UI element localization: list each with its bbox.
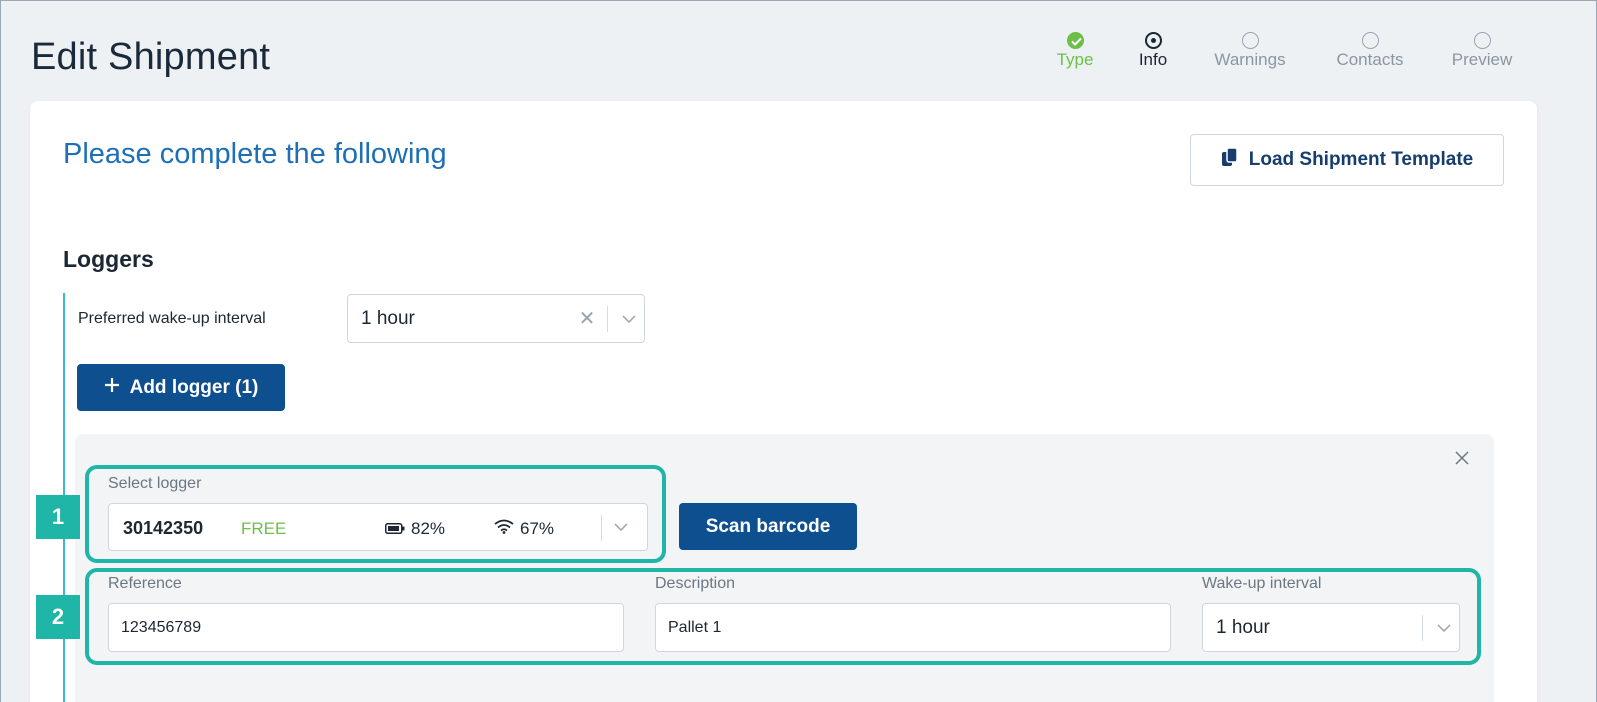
step-label: Type: [1056, 50, 1094, 69]
callout-badge-2: 2: [36, 595, 80, 639]
radio-empty-icon: [1473, 32, 1491, 49]
step-label: Preview: [1451, 50, 1513, 69]
step-contacts[interactable]: Contacts: [1320, 32, 1420, 70]
step-label: Warnings: [1214, 50, 1286, 69]
close-icon[interactable]: [1450, 446, 1474, 470]
scan-barcode-button[interactable]: Scan barcode: [679, 503, 857, 550]
step-label: Info: [1138, 50, 1168, 69]
radio-empty-icon: [1241, 32, 1259, 49]
callout-highlight-2: [85, 568, 1481, 665]
load-template-button[interactable]: Load Shipment Template: [1190, 134, 1504, 186]
step-info[interactable]: Info: [1103, 32, 1203, 70]
add-logger-button[interactable]: Add logger (1): [77, 364, 285, 411]
radio-empty-icon: [1361, 32, 1379, 49]
step-preview[interactable]: Preview: [1432, 32, 1532, 70]
step-warnings[interactable]: Warnings: [1200, 32, 1300, 70]
chevron-down-icon[interactable]: [614, 314, 644, 323]
close-icon[interactable]: ✕: [573, 306, 601, 331]
load-template-label: Load Shipment Template: [1248, 149, 1474, 170]
preferred-interval-label: Preferred wake-up interval: [78, 310, 266, 327]
callout-highlight-1: [85, 465, 666, 563]
page-title: Edit Shipment: [31, 36, 271, 78]
preferred-interval-select[interactable]: 1 hour ✕: [347, 294, 645, 343]
select-separator: [607, 305, 608, 332]
form-heading: Please complete the following: [63, 138, 447, 170]
add-logger-label: Add logger (1): [129, 376, 259, 398]
radio-selected-icon: [1144, 32, 1162, 49]
preferred-interval-value: 1 hour: [361, 307, 415, 329]
callout-badge-1: 1: [36, 495, 80, 539]
loggers-section-title: Loggers: [63, 246, 154, 272]
step-label: Contacts: [1336, 50, 1404, 69]
copy-document-icon: [1221, 147, 1239, 173]
check-circle-icon: [1066, 32, 1084, 49]
plus-icon: [104, 377, 120, 399]
